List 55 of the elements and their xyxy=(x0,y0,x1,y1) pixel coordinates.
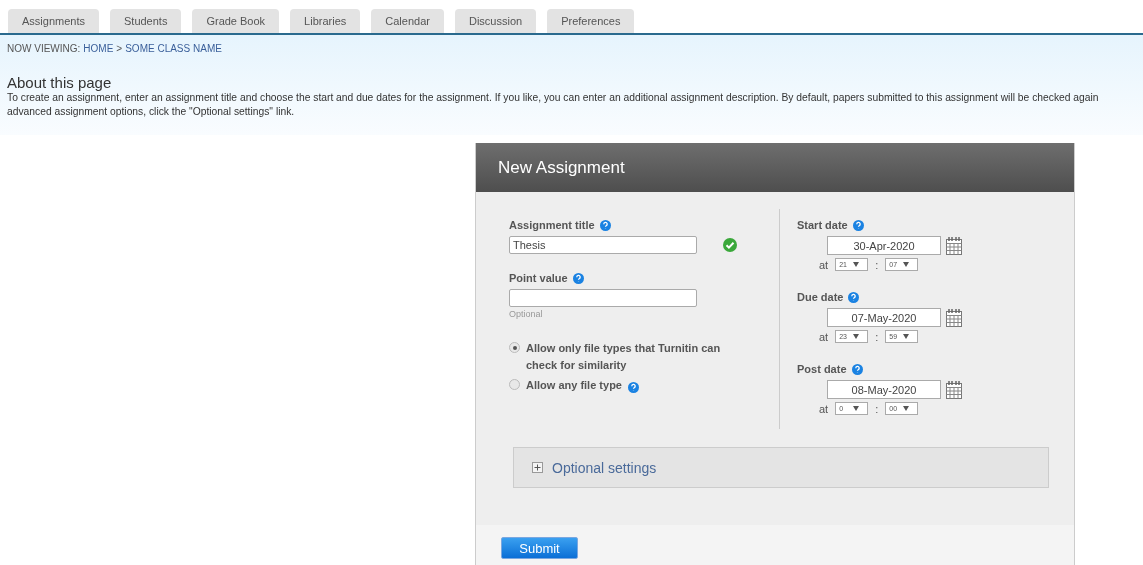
description-text: advanced assignment options, click the "Optional settings" link. xyxy=(7,105,296,119)
breadcrumb-label: NOW VIEWING: xyxy=(7,43,81,54)
dropdown-arrow-icon xyxy=(903,334,910,339)
nav-tab[interactable]: Assignments xyxy=(8,9,99,33)
field-label: Start date xyxy=(797,219,848,231)
help-icon[interactable] xyxy=(851,363,863,375)
time-label: at xyxy=(819,330,829,343)
nav-tab[interactable]: Grade Book xyxy=(192,9,280,33)
help-icon[interactable] xyxy=(627,382,639,393)
section-heading: About this page xyxy=(7,74,113,91)
submit-button[interactable]: Submit xyxy=(501,537,578,559)
help-icon[interactable] xyxy=(599,219,611,231)
calendar-icon[interactable] xyxy=(946,380,962,399)
radio-button[interactable] xyxy=(509,379,520,390)
dropdown-arrow-icon xyxy=(903,262,910,267)
field-label: Point value xyxy=(509,272,568,284)
dropdown-arrow-icon xyxy=(853,406,860,411)
nav-tab[interactable]: Students xyxy=(110,9,182,33)
help-icon[interactable] xyxy=(848,291,860,303)
time-label: at xyxy=(819,258,829,271)
radio-button[interactable] xyxy=(509,342,520,353)
breadcrumb-link[interactable]: SOME CLASS NAME xyxy=(125,43,222,54)
breadcrumb-link[interactable]: HOME xyxy=(83,43,114,54)
time-label: at xyxy=(819,402,829,415)
description-text: To create an assignment, enter an assignment title and choose the start and due dates for the assignment. If you like, you can enter an additional assignment description. By default, papers submitted to this assignment will be checked again xyxy=(7,91,1100,105)
date-field[interactable]: 08-May-2020 xyxy=(827,380,941,399)
optional-settings-bar[interactable]: Optional settings xyxy=(513,447,1049,488)
calendar-icon[interactable] xyxy=(946,308,962,327)
field-label: Due date xyxy=(797,291,844,303)
radio-label: Allow only file types that Turnitin can check for similarity xyxy=(526,341,722,373)
nav-tab[interactable]: Calendar xyxy=(371,9,444,33)
calendar-icon[interactable] xyxy=(946,236,962,255)
title-field[interactable]: Thesis xyxy=(509,236,697,254)
optional-settings-link[interactable]: Optional settings xyxy=(552,459,657,476)
nav-tab[interactable]: Preferences xyxy=(547,9,635,33)
date-field[interactable]: 30-Apr-2020 xyxy=(827,236,941,255)
nav-tab[interactable]: Discussion xyxy=(454,9,537,33)
time-separator: : xyxy=(875,258,879,271)
time-separator: : xyxy=(875,330,879,343)
nav-tab[interactable]: Libraries xyxy=(290,9,361,33)
field-label: Post date xyxy=(797,363,847,375)
date-field[interactable]: 07-May-2020 xyxy=(827,308,941,327)
dropdown-arrow-icon xyxy=(853,334,860,339)
expand-icon[interactable] xyxy=(532,462,543,473)
radio-label: Allow any file type xyxy=(526,378,622,393)
panel-title: New Assignment xyxy=(476,143,1074,192)
time-separator: : xyxy=(875,402,879,415)
dropdown-arrow-icon xyxy=(903,406,910,411)
field-hint: Optional xyxy=(509,309,544,319)
help-icon[interactable] xyxy=(572,272,584,284)
dropdown-arrow-icon xyxy=(853,262,860,267)
help-icon[interactable] xyxy=(852,219,864,231)
field-label: Assignment title xyxy=(509,219,595,231)
point-value-field[interactable] xyxy=(509,289,697,307)
breadcrumb-separator: > xyxy=(116,43,123,54)
